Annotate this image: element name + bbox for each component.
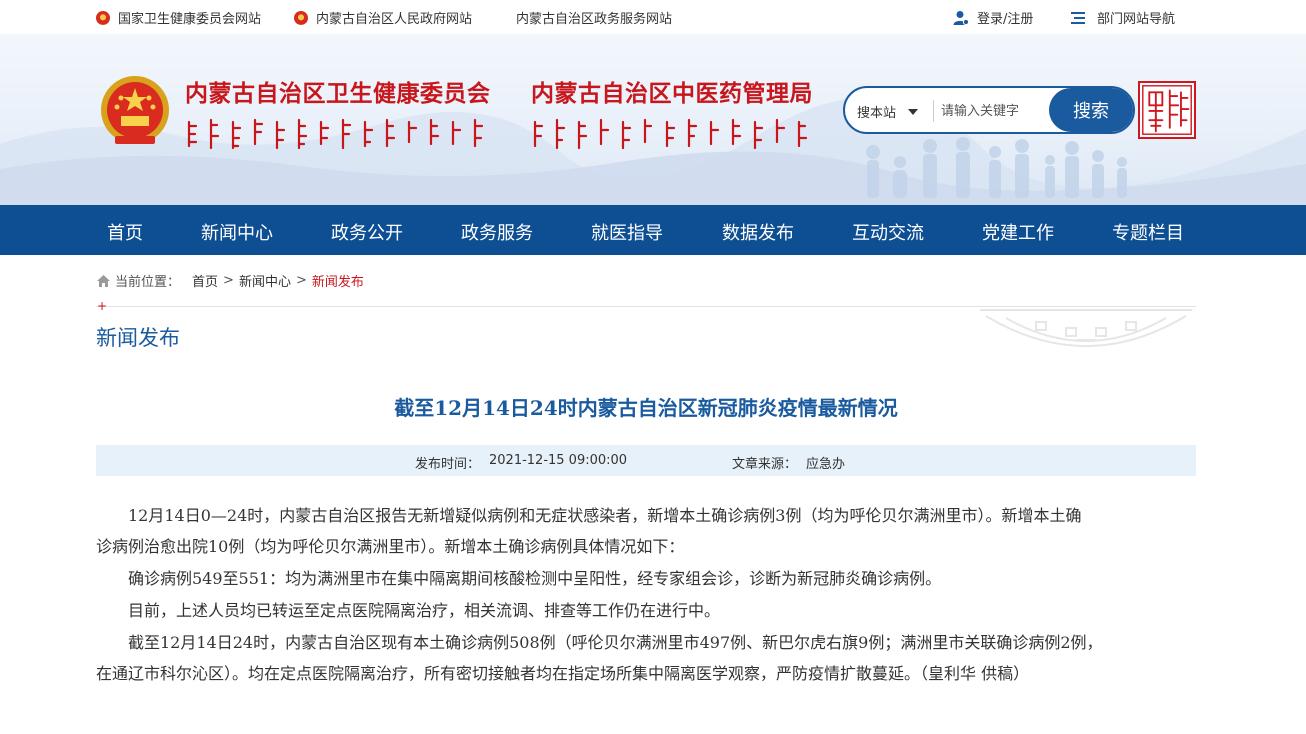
link-nhc[interactable]: 国家卫生健康委员会网站 [96,8,261,27]
link-service-label: 内蒙古自治区政务服务网站 [516,12,673,27]
site-title-tcm-bureau: 内蒙古自治区中医药管理局 [531,81,813,107]
section-title: 新闻发布 [96,326,180,350]
login-label: 登录/注册 [977,12,1034,27]
login-link[interactable]: 登录/注册 [953,8,1033,27]
nav-item-special-topics[interactable]: 专题栏目 [1112,219,1184,245]
main-nav: 首页 新闻中心 政务公开 政务服务 就医指导 数据发布 互动交流 党建工作 专题… [0,205,1306,255]
home-icon [97,274,110,287]
link-gov[interactable]: 内蒙古自治区人民政府网站 [294,8,472,27]
dept-nav-label: 部门网站导航 [1097,12,1176,27]
publish-time-label: 发布时间： [415,457,481,472]
search-box: 搜本站 搜索 [843,86,1135,134]
source-label: 文章来源： [732,457,798,472]
menu-list-icon [1071,11,1085,24]
user-icon [953,10,969,25]
article-line-5: 截至12月14日24时，内蒙古自治区现有本土确诊病例508例（呼伦贝尔满洲里市4… [96,633,1103,652]
nav-item-home[interactable]: 首页 [107,219,143,245]
breadcrumb-prefix: 当前位置： [115,275,181,290]
breadcrumb-home[interactable]: 首页 [192,271,218,290]
breadcrumb-current[interactable]: 新闻发布 [312,271,364,290]
national-emblem-icon [294,10,308,25]
breadcrumb: 当前位置： 首页 > 新闻中心 > 新闻发布 [96,271,364,290]
breadcrumb-separator: > [223,273,234,288]
source-value: 应急办 [806,457,846,472]
mongolian-script-title-right [533,118,808,150]
nav-item-medical-guide[interactable]: 就医指导 [591,219,663,245]
breadcrumb-separator: > [295,273,307,288]
article-title: 截至12月14日24时内蒙古自治区新冠肺炎疫情最新情况 [394,396,898,420]
national-emblem-icon [101,76,169,144]
header-banner: 内蒙古自治区卫生健康委员会 内蒙古自治区中医药管理局 搜本站 请输入关键字 搜索 [0,34,1306,205]
decorative-pattern [980,309,1192,347]
search-button[interactable]: 搜索 [1049,88,1133,132]
article-line-6: 在通辽市科尔沁区）。均在定点医院隔离治疗，所有密切接触者均在指定场所集中隔离医学… [96,664,1030,683]
breadcrumb-news-center[interactable]: 新闻中心 [239,271,291,290]
top-bar: 国家卫生健康委员会网站 内蒙古自治区人民政府网站 内蒙古自治区政务服务网站 登录… [0,0,1306,34]
search-scope-select[interactable]: 搜本站 [857,102,919,121]
article-line-3: 确诊病例549至551：均为满洲里市在集中隔离期间核酸检测中呈阳性，经专家组会诊… [96,569,942,588]
article-meta-bar: 发布时间： 2021-12-15 09:00:00 文章来源： 应急办 [96,445,1196,476]
inner-mongolia-seal-logo [1138,81,1196,139]
dropdown-caret-icon [908,108,919,115]
national-emblem-icon [96,10,110,25]
link-service[interactable]: 内蒙古自治区政务服务网站 [516,8,672,27]
article-line-4: 目前，上述人员均已转运至定点医院隔离治疗，相关流调、排查等工作仍在进行中。 [96,601,721,620]
dept-nav-link[interactable]: 部门网站导航 [1071,8,1175,27]
mongolian-script-title-left [187,118,484,150]
nav-item-gov-services[interactable]: 政务服务 [461,219,533,245]
nav-item-party-building[interactable]: 党建工作 [982,219,1054,245]
link-nhc-label: 国家卫生健康委员会网站 [118,12,262,27]
article-line-1: 12月14日0—24时，内蒙古自治区报告无新增疑似病例和无症状感染者，新增本土确… [96,506,1082,525]
nav-item-gov-affairs-open[interactable]: 政务公开 [331,219,403,245]
search-divider [933,100,934,122]
link-gov-label: 内蒙古自治区人民政府网站 [316,12,473,27]
search-scope-label: 搜本站 [857,106,897,121]
nav-item-data-release[interactable]: 数据发布 [722,219,794,245]
nav-item-news-center[interactable]: 新闻中心 [201,219,273,245]
nav-item-interaction[interactable]: 互动交流 [852,219,924,245]
publish-time-value: 2021-12-15 09:00:00 [489,453,628,468]
search-input[interactable] [941,101,1051,121]
section-plus-mark: + [97,299,108,313]
site-title-health-commission: 内蒙古自治区卫生健康委员会 [185,81,491,107]
article-line-2: 诊病例治愈出院10例（均为呼伦贝尔满洲里市）。新增本土确诊病例具体情况如下： [96,537,685,556]
